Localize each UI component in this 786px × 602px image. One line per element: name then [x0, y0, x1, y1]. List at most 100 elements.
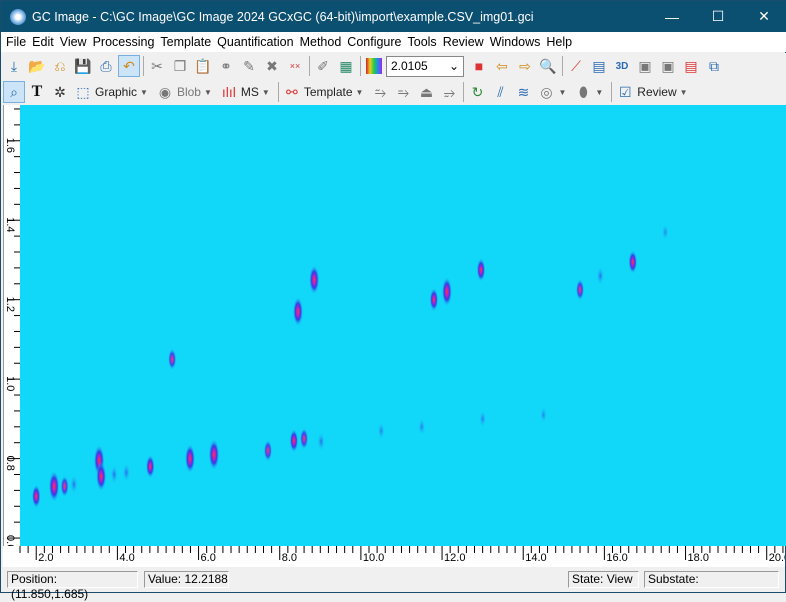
menu-edit[interactable]: Edit	[29, 35, 57, 49]
x-tick-label: 20.0	[769, 552, 785, 564]
chevron-down-icon[interactable]: ▼	[680, 88, 688, 97]
y-tick-label: 0.6	[4, 535, 16, 546]
separator	[143, 56, 144, 76]
template-tool1-icon[interactable]: ⥲	[369, 81, 391, 103]
back-arrow-icon[interactable]: ⇦	[491, 55, 513, 77]
chevron-down-icon[interactable]: ▼	[262, 88, 270, 97]
template-tool3-icon[interactable]: ⥴	[438, 81, 460, 103]
colormap-icon[interactable]	[363, 55, 385, 77]
substate-readout: Substate:	[644, 571, 779, 588]
import-icon[interactable]: ⤓	[3, 55, 25, 77]
target-icon[interactable]: ◎	[535, 81, 557, 103]
menu-template[interactable]: Template	[157, 35, 214, 49]
delete-all-icon[interactable]: ××	[284, 55, 306, 77]
zoom-combo[interactable]: 2.0105 ⌄	[386, 55, 464, 77]
blob-icon[interactable]: ◉	[154, 81, 176, 103]
menu-configure[interactable]: Configure	[344, 35, 404, 49]
graphic-icon[interactable]: ⬚	[72, 81, 94, 103]
separator	[277, 82, 279, 102]
calculator-icon[interactable]: ▦	[335, 55, 357, 77]
template-icon[interactable]: ⚯	[281, 81, 303, 103]
x-tick-label: 18.0	[688, 552, 709, 564]
menu-file[interactable]: File	[3, 35, 29, 49]
ms-spectrum-icon[interactable]: ılıl	[218, 81, 240, 103]
edit-icon[interactable]: ✎	[238, 55, 260, 77]
app-icon	[10, 8, 26, 25]
paste-icon[interactable]: 📋	[192, 55, 214, 77]
x-tick-label: 12.0	[444, 552, 465, 564]
menu-windows[interactable]: Windows	[487, 35, 544, 49]
stop-icon[interactable]: ■	[468, 55, 490, 77]
peak-blob	[478, 409, 487, 428]
chevron-down-icon[interactable]: ▼	[356, 88, 364, 97]
graphic-label[interactable]: Graphic	[95, 85, 137, 99]
align-icon[interactable]: ⫽	[489, 81, 511, 103]
chevron-down-icon[interactable]: ▼	[595, 88, 603, 97]
minimize-button[interactable]: —	[649, 1, 695, 32]
y-tick-label: 1.6	[4, 138, 16, 153]
line-chart-icon[interactable]: ⟋	[565, 55, 587, 77]
menu-help[interactable]: Help	[543, 35, 575, 49]
3d-view-icon[interactable]: 3D	[611, 55, 633, 77]
peak-blob	[263, 439, 273, 462]
image-stack2-icon[interactable]: ▣	[657, 55, 679, 77]
baseline-icon[interactable]: ≋	[512, 81, 534, 103]
x-tick-label: 14.0	[525, 552, 546, 564]
cut-icon[interactable]: ✂	[146, 55, 168, 77]
filter-icon[interactable]: ⬮	[572, 81, 594, 103]
menu-review[interactable]: Review	[440, 35, 487, 49]
peak-blob	[308, 264, 320, 295]
menu-processing[interactable]: Processing	[90, 35, 158, 49]
menu-tools[interactable]: Tools	[405, 35, 440, 49]
stamp-icon[interactable]: ⏏	[415, 81, 437, 103]
template-table-icon[interactable]: ▤	[680, 55, 702, 77]
position-readout: Position: (11.850,1.685)	[7, 571, 138, 601]
maximize-button[interactable]: ☐	[695, 1, 741, 32]
peak-blob	[317, 431, 326, 452]
close-button[interactable]: ✕	[741, 1, 786, 32]
menu-method[interactable]: Method	[297, 35, 345, 49]
blob-label[interactable]: Blob	[177, 85, 201, 99]
tool-icon[interactable]: ✐	[312, 55, 334, 77]
peak-blob	[377, 421, 385, 440]
menu-quantification[interactable]: Quantification	[214, 35, 296, 49]
y-tick-label: 1.2	[4, 297, 16, 312]
bug-icon[interactable]: ✲	[49, 81, 71, 103]
undo-icon[interactable]: ↶	[118, 55, 140, 77]
chromatogram-image[interactable]	[20, 105, 786, 546]
chevron-down-icon[interactable]: ▼	[204, 88, 212, 97]
table-icon[interactable]: ▤	[588, 55, 610, 77]
open-icon[interactable]: 📂	[26, 55, 48, 77]
peak-blob	[122, 462, 131, 483]
menu-view[interactable]: View	[57, 35, 90, 49]
zoom-window-icon[interactable]: 🔍	[537, 55, 559, 77]
review-icon[interactable]: ☑	[614, 81, 636, 103]
text-icon[interactable]: T	[26, 81, 48, 103]
link-icon[interactable]: ⚭	[215, 55, 237, 77]
magnifier-icon[interactable]: ⌕	[3, 81, 25, 103]
ms-label[interactable]: MS	[241, 85, 259, 99]
separator	[360, 56, 361, 76]
save-icon[interactable]: 💾	[72, 55, 94, 77]
title-bar: GC Image - C:\GC Image\GC Image 2024 GCx…	[1, 1, 786, 32]
image-stack-icon[interactable]: ▣	[634, 55, 656, 77]
review-label[interactable]: Review	[637, 85, 676, 99]
delete-icon[interactable]: ✖	[261, 55, 283, 77]
peak-blob	[167, 348, 177, 371]
separator	[309, 56, 310, 76]
copy-icon[interactable]: ❐	[169, 55, 191, 77]
compare-icon[interactable]: ⧉	[703, 55, 725, 77]
chevron-down-icon[interactable]: ▼	[140, 88, 148, 97]
peak-blob	[476, 257, 486, 282]
peak-blob	[145, 454, 155, 479]
chevron-down-icon[interactable]: ▼	[558, 88, 566, 97]
peak-blob	[289, 428, 299, 453]
template-label[interactable]: Template	[304, 85, 353, 99]
print-icon[interactable]: ⎙	[95, 55, 117, 77]
peak-blob	[31, 484, 41, 509]
refresh-icon[interactable]: ↻	[466, 81, 488, 103]
forward-arrow-icon[interactable]: ⇨	[514, 55, 536, 77]
open-recent-icon[interactable]: ⎌	[49, 55, 71, 77]
template-tool2-icon[interactable]: ⥱	[392, 81, 414, 103]
peak-blob	[596, 265, 605, 286]
